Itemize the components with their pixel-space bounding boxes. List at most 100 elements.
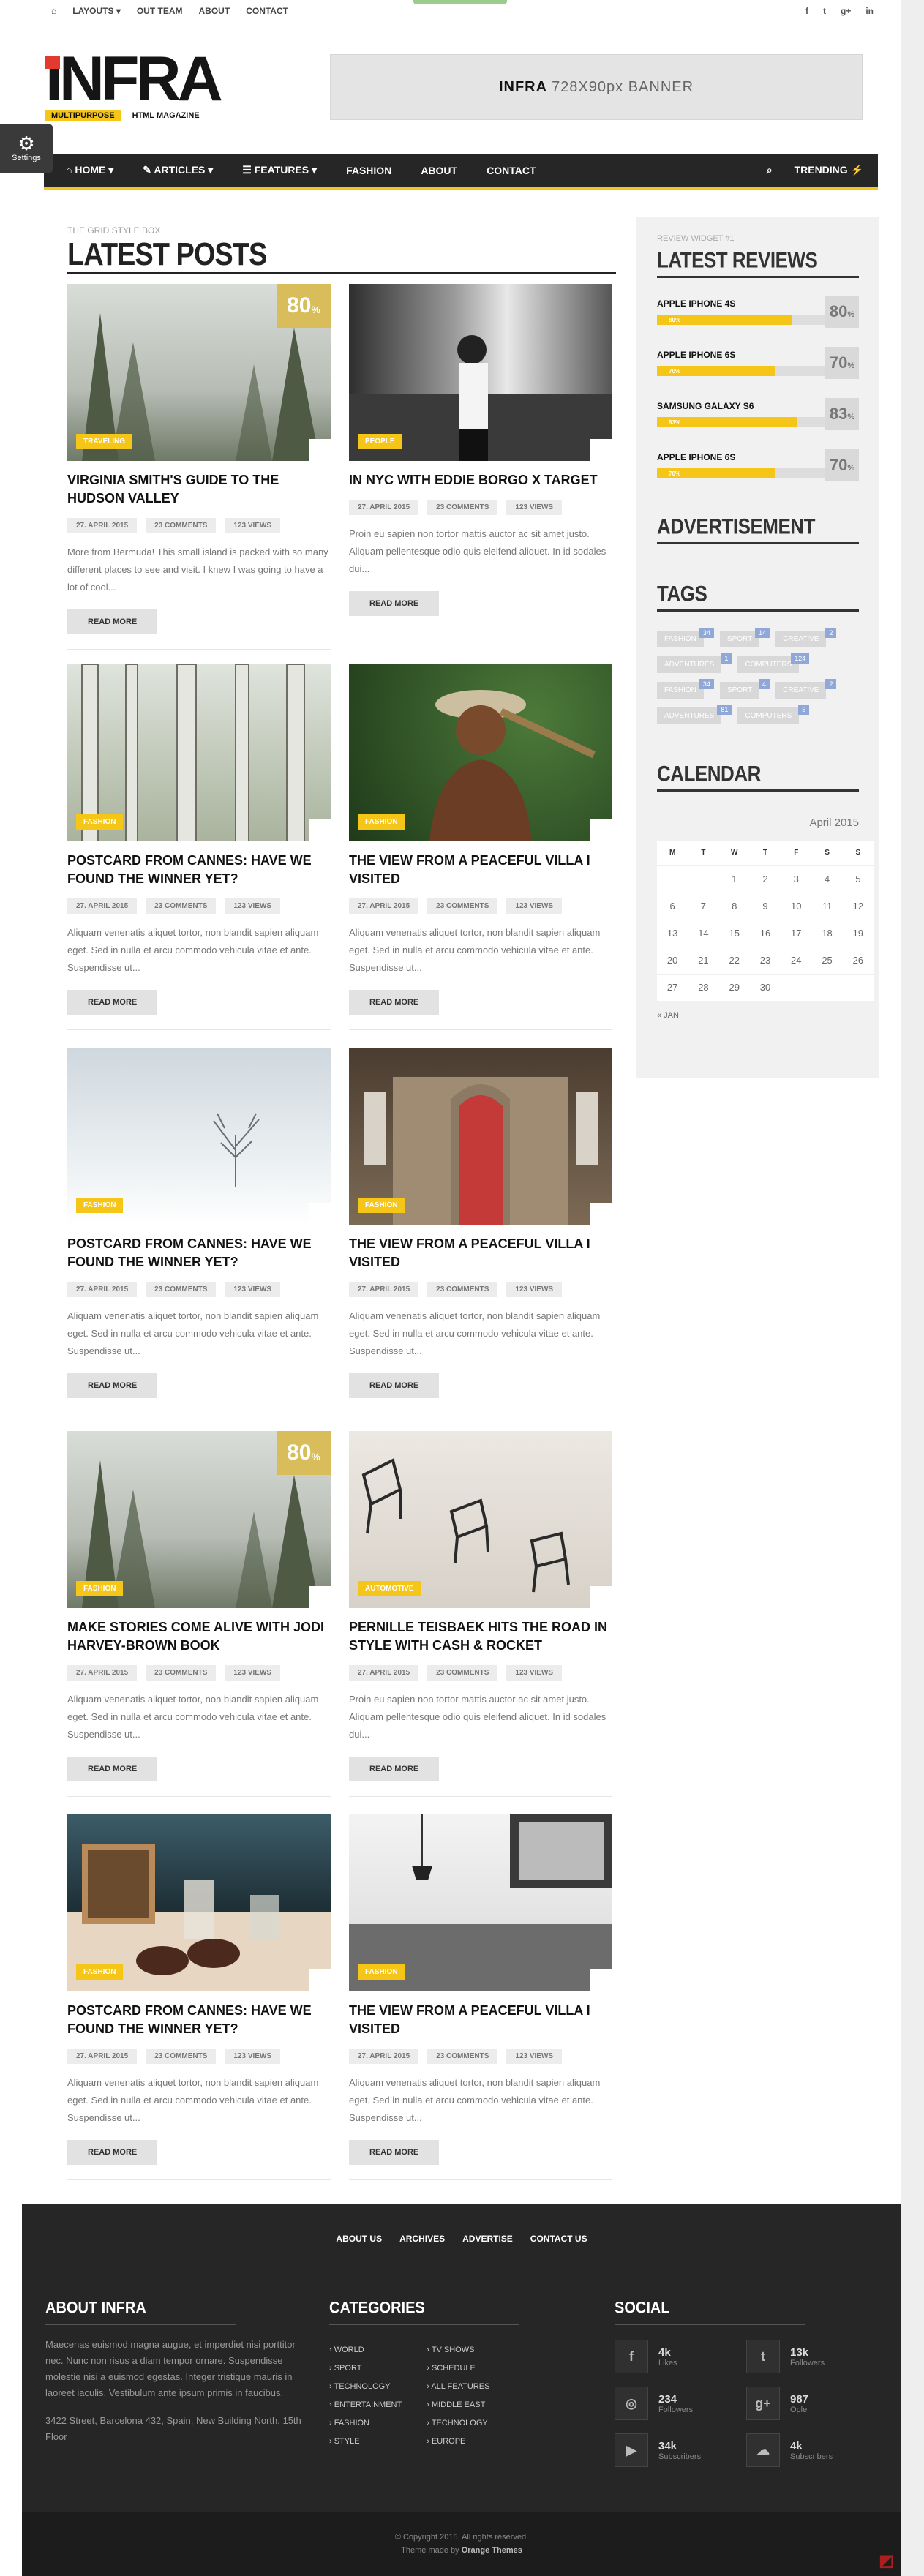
post-category-badge[interactable]: FASHION	[76, 1964, 124, 1980]
post-category-badge[interactable]: PEOPLE	[358, 434, 402, 449]
post-title[interactable]: VIRGINIA SMITH'S GUIDE TO THE HUDSON VAL…	[67, 471, 331, 508]
tag-item[interactable]: SPORT 4	[719, 679, 770, 699]
facebook-icon[interactable]: f	[805, 6, 808, 16]
footer-category-link[interactable]: › ALL FEATURES	[427, 2378, 489, 2396]
post-category-badge[interactable]: FASHION	[76, 1581, 124, 1596]
read-more-button[interactable]: READ MORE	[67, 1373, 158, 1398]
footer-link-contact[interactable]: CONTACT US	[530, 2234, 587, 2244]
tag-item[interactable]: FASHION 34	[657, 628, 714, 647]
post-image[interactable]: FASHION	[349, 1814, 612, 1991]
calendar-day[interactable]: 2	[749, 865, 781, 893]
tag-item[interactable]: FASHION 34	[657, 679, 714, 699]
calendar-day[interactable]: 28	[688, 973, 719, 1001]
read-more-button[interactable]: READ MORE	[67, 990, 158, 1015]
review-name[interactable]: APPLE IPHONE 6S	[657, 350, 825, 360]
post-comments[interactable]: 23 COMMENTS	[427, 2049, 498, 2064]
search-icon[interactable]: ⌕	[767, 164, 773, 176]
post-title[interactable]: POSTCARD FROM CANNES: HAVE WE FOUND THE …	[67, 1235, 331, 1272]
nav-fashion[interactable]: FASHION	[331, 165, 406, 176]
twitter-icon[interactable]: t	[823, 6, 826, 16]
post-comments[interactable]: 23 COMMENTS	[146, 1282, 217, 1297]
footer-link-about[interactable]: ABOUT US	[336, 2234, 382, 2244]
post-comments[interactable]: 23 COMMENTS	[146, 518, 217, 533]
read-more-button[interactable]: READ MORE	[67, 2140, 158, 2165]
post-image[interactable]: 80% FASHION	[67, 1431, 331, 1608]
footer-link-archives[interactable]: ARCHIVES	[399, 2234, 445, 2244]
top-nav-layouts[interactable]: LAYOUTS ▾	[72, 6, 121, 16]
instagram-icon[interactable]: ◎	[615, 2387, 648, 2420]
footer-category-link[interactable]: › SCHEDULE	[427, 2359, 489, 2378]
read-more-button[interactable]: READ MORE	[349, 591, 440, 616]
calendar-day[interactable]: 10	[781, 892, 812, 920]
post-title[interactable]: THE VIEW FROM A PEACEFUL VILLA I VISITED	[349, 1235, 612, 1272]
calendar-day[interactable]: 5	[842, 865, 874, 893]
nav-trending[interactable]: TRENDING ⚡	[795, 164, 863, 176]
header-banner[interactable]: INFRA 728X90px BANNER	[330, 54, 863, 120]
nav-about[interactable]: ABOUT	[406, 165, 472, 176]
read-more-button[interactable]: READ MORE	[349, 1757, 440, 1781]
read-more-button[interactable]: READ MORE	[349, 990, 440, 1015]
footer-category-link[interactable]: › FASHION	[329, 2414, 402, 2433]
nav-articles[interactable]: ✎ ARTICLES ▾	[128, 164, 228, 176]
calendar-day[interactable]: 26	[842, 946, 874, 974]
calendar-day[interactable]: 14	[688, 919, 719, 947]
footer-category-link[interactable]: › ENTERTAINMENT	[329, 2396, 402, 2414]
calendar-prev-link[interactable]: « JAN	[657, 1011, 859, 1020]
footer-category-link[interactable]: › TV SHOWS	[427, 2341, 489, 2359]
calendar-day[interactable]: 20	[657, 946, 688, 974]
facebook-icon[interactable]: f	[615, 2340, 648, 2373]
linkedin-icon[interactable]: in	[865, 6, 874, 16]
calendar-day[interactable]: 1	[718, 865, 750, 893]
calendar-day[interactable]: 17	[781, 919, 812, 947]
post-comments[interactable]: 23 COMMENTS	[427, 898, 498, 914]
tag-item[interactable]: COMPUTERS 124	[737, 653, 810, 673]
review-item[interactable]: APPLE IPHONE 6S 70% 70%	[657, 448, 859, 483]
settings-tab[interactable]: ⚙ Settings	[0, 124, 53, 173]
read-more-button[interactable]: READ MORE	[67, 1757, 158, 1781]
google-plus-icon[interactable]: g+	[746, 2387, 780, 2420]
post-category-badge[interactable]: FASHION	[358, 814, 405, 830]
post-image[interactable]: FASHION	[349, 1048, 612, 1225]
youtube-icon[interactable]: ▶	[615, 2433, 648, 2467]
post-category-badge[interactable]: TRAVELING	[76, 434, 133, 449]
soundcloud-icon[interactable]: ☁	[746, 2433, 780, 2467]
calendar-day[interactable]: 30	[749, 973, 781, 1001]
twitter-icon[interactable]: t	[746, 2340, 780, 2373]
review-item[interactable]: APPLE IPHONE 6S 70% 70%	[657, 345, 859, 380]
post-title[interactable]: POSTCARD FROM CANNES: HAVE WE FOUND THE …	[67, 2002, 331, 2038]
post-comments[interactable]: 23 COMMENTS	[427, 1282, 498, 1297]
calendar-day[interactable]: 15	[718, 919, 750, 947]
top-nav-team[interactable]: OUT TEAM	[137, 6, 183, 16]
review-name[interactable]: APPLE IPHONE 4S	[657, 298, 825, 309]
read-more-button[interactable]: READ MORE	[349, 2140, 440, 2165]
footer-social-item[interactable]: ◎ 234 Followers	[615, 2387, 746, 2420]
footer-category-link[interactable]: › MIDDLE EAST	[427, 2396, 489, 2414]
post-image[interactable]: AUTOMOTIVE	[349, 1431, 612, 1608]
post-title[interactable]: MAKE STORIES COME ALIVE WITH JODI HARVEY…	[67, 1618, 331, 1655]
footer-social-item[interactable]: ▶ 34k Subscribers	[615, 2433, 746, 2467]
post-title[interactable]: IN NYC WITH EDDIE BORGO X TARGET	[349, 471, 612, 489]
post-title[interactable]: POSTCARD FROM CANNES: HAVE WE FOUND THE …	[67, 852, 331, 888]
calendar-day[interactable]: 25	[811, 946, 843, 974]
calendar-day[interactable]: 29	[718, 973, 750, 1001]
calendar-day[interactable]: 23	[749, 946, 781, 974]
review-item[interactable]: APPLE IPHONE 4S 80% 80%	[657, 294, 859, 329]
review-item[interactable]: SAMSUNG GALAXY S6 83% 83%	[657, 397, 859, 432]
calendar-day[interactable]: 6	[657, 892, 688, 920]
home-icon[interactable]: ⌂	[51, 6, 56, 16]
top-nav-contact[interactable]: CONTACT	[246, 6, 288, 16]
tag-item[interactable]: ADVENTURES 81	[657, 705, 732, 724]
post-category-badge[interactable]: FASHION	[358, 1964, 405, 1980]
calendar-day[interactable]: 19	[842, 919, 874, 947]
top-nav-about[interactable]: ABOUT	[199, 6, 230, 16]
post-category-badge[interactable]: FASHION	[76, 1198, 124, 1213]
read-more-button[interactable]: READ MORE	[67, 609, 158, 634]
footer-category-link[interactable]: › EUROPE	[427, 2433, 489, 2451]
calendar-day[interactable]: 8	[718, 892, 750, 920]
read-more-button[interactable]: READ MORE	[349, 1373, 440, 1398]
footer-social-item[interactable]: t 13k Followers	[746, 2340, 878, 2373]
review-name[interactable]: APPLE IPHONE 6S	[657, 452, 825, 462]
tag-item[interactable]: CREATIVE 2	[775, 679, 837, 699]
calendar-day[interactable]: 22	[718, 946, 750, 974]
calendar-day[interactable]: 9	[749, 892, 781, 920]
